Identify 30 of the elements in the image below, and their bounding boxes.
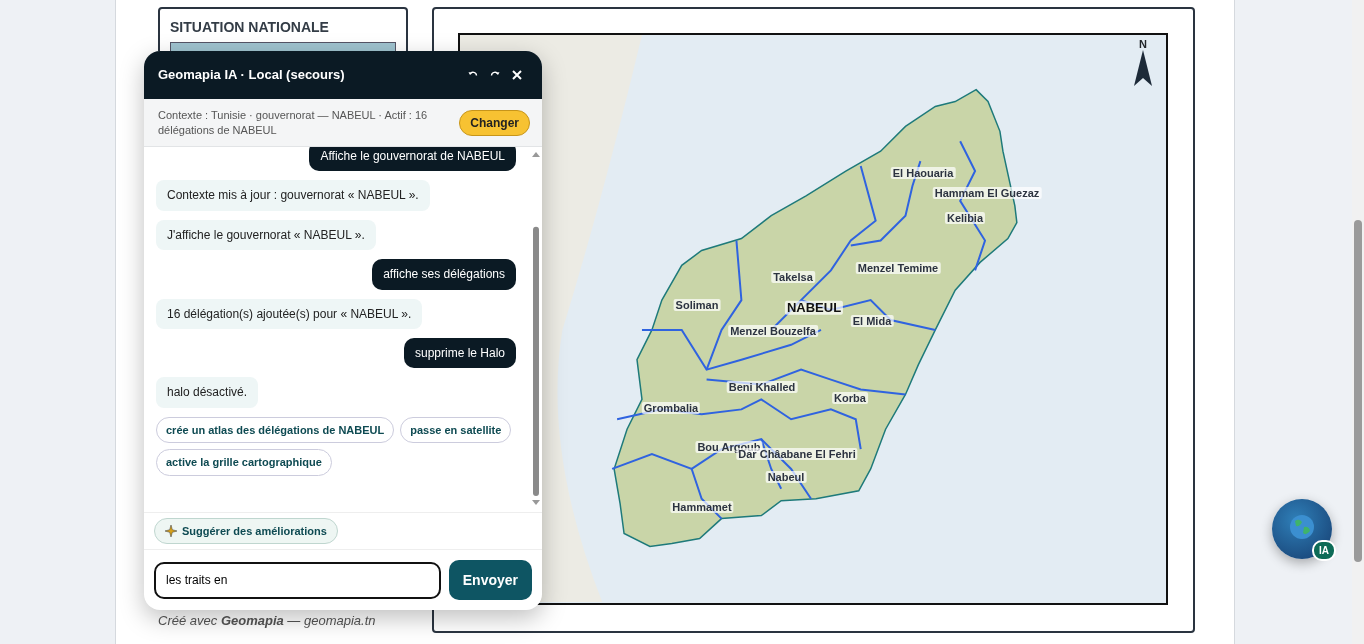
assistant-message: J'affiche le gouvernorat « NABEUL ». — [156, 219, 376, 251]
context-text: Contexte : Tunisie · gouvernorat — NABEUL · Actif : 16 délégations de NABEUL — [158, 108, 429, 137]
ai-badge: IA — [1312, 540, 1336, 561]
assistant-message: halo désactivé. — [156, 377, 259, 408]
suggest-button[interactable]: Suggérer des améliorations — [154, 517, 338, 545]
card-title: SITUATION NATIONALE — [170, 18, 330, 37]
globe-icon — [1289, 514, 1315, 540]
user-message: supprime le Halo — [403, 337, 516, 369]
send-button[interactable]: Envoyer — [448, 560, 532, 600]
scroll-up-icon[interactable] — [532, 152, 540, 157]
scrollbar-thumb[interactable] — [1354, 220, 1362, 562]
suggestion-chip[interactable]: crée un atlas des délégations de NABEUL — [156, 416, 395, 444]
credit-text: Créé avec Geomapia — geomapia.tn — [158, 611, 377, 630]
governorate-label: NABEUL — [784, 300, 844, 316]
assistant-message: 16 délégation(s) ajoutée(s) pour « NABEUL ». — [156, 298, 423, 329]
assistant-message: Contexte mis à jour : gouvernorat « NABEUL ». — [156, 180, 430, 211]
north-label: N — [1139, 39, 1147, 50]
north-arrow-icon — [1134, 50, 1152, 86]
chat-title: Geomapia IA · Local (secours) — [158, 67, 346, 83]
message-input[interactable]: les traits en — [154, 561, 441, 599]
sparkle-icon — [165, 525, 177, 537]
scrollbar-thumb[interactable] — [533, 226, 539, 497]
user-message: Affiche le gouvernorat de NABEUL — [309, 147, 516, 172]
scroll-down-icon[interactable] — [532, 500, 540, 505]
suggestion-chip[interactable]: passe en satellite — [400, 416, 512, 444]
user-message: affiche ses délégations — [372, 259, 516, 290]
suggestion-chip[interactable]: active la grille cartographique — [156, 449, 332, 476]
change-button[interactable]: Changer — [459, 109, 530, 136]
close-icon — [512, 70, 522, 80]
page-scrollbar[interactable] — [1352, 0, 1364, 644]
